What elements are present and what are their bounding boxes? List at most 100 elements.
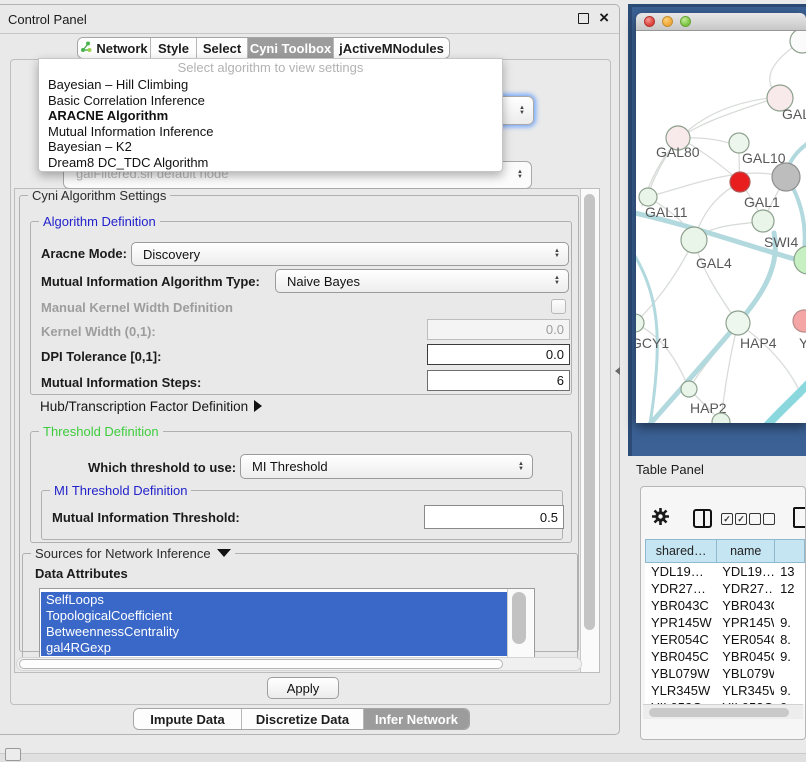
tab-select[interactable]: Select [197, 38, 248, 58]
list-scrollbar-thumb[interactable] [512, 592, 526, 644]
table-cell[interactable]: YDL19… [716, 563, 774, 580]
sources-toggle[interactable]: Sources for Network Inference [31, 546, 235, 561]
settings-vscrollbar-thumb[interactable] [584, 194, 595, 630]
deselect-all-icon[interactable] [763, 513, 775, 525]
tab-cyni-toolbox[interactable]: Cyni Toolbox [248, 38, 334, 58]
algorithm-option[interactable]: Basic Correlation Inference [39, 93, 502, 109]
select-all-check-icon[interactable]: ✓ [721, 513, 733, 525]
network-edge[interactable] [680, 97, 778, 138]
network-node[interactable] [681, 381, 697, 397]
minimize-traffic-light-icon[interactable] [662, 16, 673, 27]
network-node[interactable] [681, 227, 707, 253]
table-cell[interactable]: YBR043C [716, 597, 774, 614]
column-selector-icon[interactable] [693, 509, 712, 528]
network-edge[interactable] [738, 323, 802, 396]
kernel-width-field[interactable]: 0.0 [427, 319, 570, 340]
table-cell[interactable]: YDR27… [716, 580, 774, 597]
table-row[interactable]: YBR045CYBR045C9. [645, 648, 805, 665]
network-node[interactable] [793, 310, 806, 332]
close-icon[interactable]: × [599, 8, 609, 28]
table-row[interactable]: YBL079WYBL079W [645, 665, 805, 682]
table-cell[interactable]: YPR145W [645, 614, 716, 631]
table-cell[interactable]: YBR045C [716, 648, 774, 665]
algorithm-option[interactable]: Mutual Information Inference [39, 124, 502, 140]
table-horizontal-scrollbar[interactable] [643, 704, 803, 719]
table-cell[interactable]: 9. [774, 614, 805, 631]
table-cell[interactable]: YBR045C [645, 648, 716, 665]
tab-impute-data[interactable]: Impute Data [134, 709, 242, 729]
gear-icon[interactable] [651, 507, 670, 531]
table-cell[interactable]: YLR345W [645, 682, 716, 699]
network-edge[interactable] [694, 240, 738, 323]
table-cell[interactable]: YBR043C [645, 597, 716, 614]
table-cell[interactable] [774, 665, 805, 682]
data-attribute-item[interactable]: SelfLoops [41, 592, 508, 608]
table-cell[interactable]: YLR345W [716, 682, 774, 699]
column-header[interactable] [774, 539, 805, 563]
column-header[interactable]: shared… [645, 539, 716, 563]
tab-discretize-data[interactable]: Discretize Data [242, 709, 364, 729]
data-attributes-list[interactable]: SelfLoopsTopologicalCoefficientBetweenne… [39, 588, 535, 662]
zoom-traffic-light-icon[interactable] [680, 16, 691, 27]
table-cell[interactable]: YPR145W [716, 614, 774, 631]
settings-horizontal-scrollbar[interactable] [16, 657, 582, 671]
network-view-window[interactable]: GALGAL80GAL10GAL11GAL1SWI4GAL4GCY1HAP4YH… [636, 13, 806, 423]
table-cell[interactable]: YDL19… [645, 563, 716, 580]
apply-button[interactable]: Apply [267, 677, 339, 699]
table-row[interactable]: YBR043CYBR043C [645, 597, 805, 614]
which-threshold-combobox[interactable]: MI Threshold ▲▼ [240, 454, 533, 479]
algorithm-option[interactable]: Bayesian – Hill Climbing [39, 77, 502, 93]
table-cell[interactable]: YER054C [645, 631, 716, 648]
table-cell[interactable]: YER054C [716, 631, 774, 648]
tab-infer-network[interactable]: Infer Network [364, 709, 469, 729]
network-node[interactable] [730, 172, 750, 192]
table-cell[interactable]: 9. [774, 648, 805, 665]
network-node[interactable] [794, 246, 806, 274]
settings-vertical-scrollbar[interactable] [580, 189, 599, 672]
data-attribute-item[interactable]: gal4RGexp [41, 640, 508, 656]
splitter-collapse-icon[interactable] [615, 367, 620, 375]
table-row[interactable]: YPR145WYPR145W9. [645, 614, 805, 631]
hub-definition-toggle[interactable]: Hub/Transcription Factor Definition [40, 399, 262, 414]
function-builder-icon[interactable] [793, 507, 806, 528]
algorithm-option[interactable]: Dream8 DC_TDC Algorithm [39, 155, 502, 171]
algorithm-option[interactable]: ARACNE Algorithm [39, 108, 502, 124]
network-node[interactable] [772, 163, 800, 191]
mi-threshold-field[interactable]: 0.5 [424, 505, 564, 529]
table-row[interactable]: YDL19…YDL19…13 [645, 563, 805, 580]
dpi-tolerance-field[interactable]: 0.0 [427, 344, 570, 365]
select-all-check-icon[interactable]: ✓ [735, 513, 747, 525]
network-window-titlebar[interactable] [636, 13, 806, 31]
table-cell[interactable]: YBL079W [716, 665, 774, 682]
table-hscrollbar-thumb[interactable] [649, 708, 789, 717]
mi-steps-field[interactable]: 6 [427, 370, 570, 391]
table-cell[interactable]: 8. [774, 631, 805, 648]
table-cell[interactable]: 13 [774, 563, 805, 580]
restore-panel-icon[interactable] [5, 748, 21, 761]
table-row[interactable]: YDR27…YDR27…12 [645, 580, 805, 597]
tab-network[interactable]: Network [78, 38, 151, 58]
table-row[interactable]: YLR345WYLR345W9. [645, 682, 805, 699]
close-traffic-light-icon[interactable] [644, 16, 655, 27]
table-row[interactable]: YER054CYER054C8. [645, 631, 805, 648]
list-scrollbar[interactable] [507, 589, 533, 661]
network-edge[interactable] [762, 384, 806, 423]
aracne-mode-combobox[interactable]: Discovery ▲▼ [131, 242, 569, 266]
settings-hscrollbar-thumb[interactable] [19, 659, 503, 669]
network-node[interactable] [636, 314, 644, 332]
table-cell[interactable]: 12 [774, 580, 805, 597]
algorithm-option[interactable]: Bayesian – K2 [39, 139, 502, 155]
deselect-all-icon[interactable] [749, 513, 761, 525]
network-node[interactable] [790, 31, 806, 53]
data-attribute-item[interactable]: BetweennessCentrality [41, 624, 508, 640]
float-window-icon[interactable] [578, 13, 589, 24]
network-node[interactable] [752, 210, 774, 232]
table-cell[interactable] [774, 597, 805, 614]
table-cell[interactable]: YDR27… [645, 580, 716, 597]
column-header[interactable]: name [716, 539, 774, 563]
network-edge[interactable] [636, 240, 694, 323]
network-edge[interactable] [636, 323, 689, 389]
tab-style[interactable]: Style [151, 38, 197, 58]
table-cell[interactable]: 9. [774, 682, 805, 699]
table-cell[interactable]: YBL079W [645, 665, 716, 682]
